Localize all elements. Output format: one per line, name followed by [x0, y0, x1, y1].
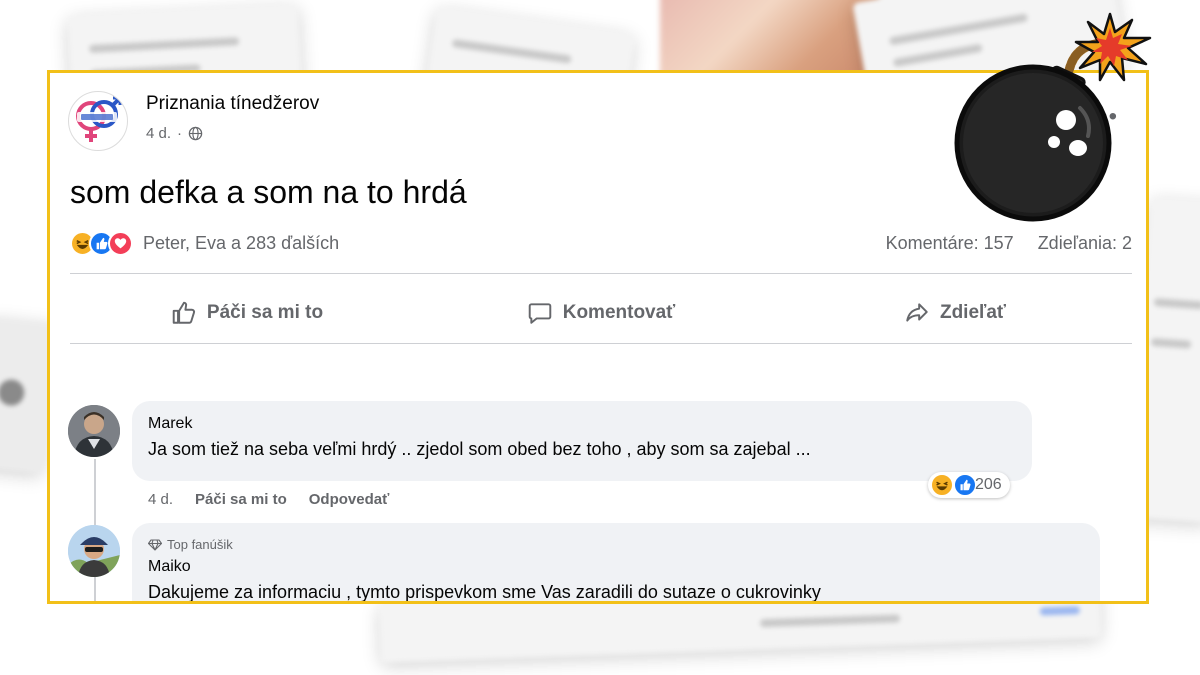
comment-actions: 4 d. Páči sa mi to Odpovedať: [148, 491, 389, 508]
diamond-icon: [148, 538, 162, 551]
post-actions-bar: Páči sa mi to Komentovať Zdieľať: [70, 283, 1132, 343]
haha-reaction-icon: [930, 473, 954, 497]
reactions-summary[interactable]: Peter, Eva a 283 ďalších: [143, 233, 339, 254]
comment-reply-button[interactable]: Odpovedať: [309, 491, 390, 508]
share-arrow-icon: [906, 303, 928, 322]
comment-reaction-count: 206: [975, 476, 1002, 493]
globe-icon: [188, 126, 203, 141]
thumbs-up-icon: [172, 301, 195, 324]
page-name[interactable]: Priznania tínedžerov: [146, 93, 319, 115]
post-counts: Komentáre: 157 Zdieľania: 2: [886, 233, 1132, 254]
comment-time[interactable]: 4 d.: [148, 491, 173, 508]
comment-bubble: Marek Ja som tiež na seba veľmi hrdý .. …: [132, 401, 1032, 481]
comment-like-button[interactable]: Páči sa mi to: [195, 491, 287, 508]
avatar[interactable]: [68, 405, 120, 457]
comment-icon: [528, 303, 551, 324]
top-fan-badge: Top fanúšik: [148, 537, 1084, 552]
separator-dot: ·: [177, 125, 183, 142]
page-logo-icon: [76, 96, 122, 142]
comment-text: Ja som tiež na seba veľmi hrdý .. zjedol…: [148, 439, 811, 459]
page-avatar[interactable]: [68, 91, 128, 151]
bg-photo: [660, 0, 880, 80]
comment-text: Dakujeme za informaciu , tymto prispevko…: [148, 582, 821, 602]
divider: [70, 343, 1132, 344]
divider: [70, 273, 1132, 274]
like-reaction-icon: [953, 473, 977, 497]
user-photo-icon: [68, 525, 120, 577]
comments-count[interactable]: Komentáre: 157: [886, 233, 1014, 254]
comment-button-label: Komentovať: [562, 302, 676, 323]
reactions-row: Peter, Eva a 283 ďalších Komentáre: 157 …: [70, 228, 1132, 258]
avatar[interactable]: [68, 525, 120, 577]
post-time[interactable]: 4 d.: [146, 125, 171, 142]
bomb-icon: [954, 12, 1152, 222]
reaction-icons[interactable]: [70, 230, 133, 256]
comment-author[interactable]: Maiko: [148, 558, 1084, 576]
love-reaction-icon: [108, 230, 133, 256]
comment-author[interactable]: Marek: [148, 415, 1016, 433]
shares-count[interactable]: Zdieľania: 2: [1038, 233, 1132, 254]
post-text: som defka a som na to hrdá: [70, 174, 467, 210]
post-meta: 4 d. ·: [146, 125, 203, 142]
comment-button[interactable]: Komentovať: [424, 283, 778, 343]
badge-label: Top fanúšik: [167, 537, 233, 552]
comment-reactions[interactable]: 206: [928, 472, 1010, 498]
like-button[interactable]: Páči sa mi to: [70, 283, 424, 343]
user-photo-icon: [68, 405, 120, 457]
comment-bubble: Top fanúšik Maiko Dakujeme za informaciu…: [132, 523, 1100, 602]
share-button-label: Zdieľať: [939, 302, 1007, 323]
like-button-label: Páči sa mi to: [206, 302, 324, 323]
share-button[interactable]: Zdieľať: [778, 283, 1132, 343]
